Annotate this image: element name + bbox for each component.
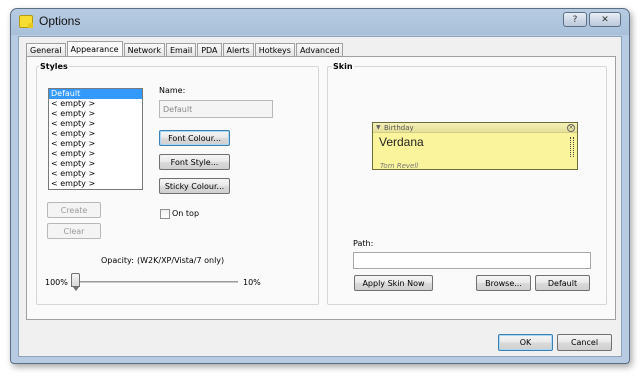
style-list-item[interactable]: < empty > [49, 99, 142, 109]
default-skin-button[interactable]: Default [535, 275, 590, 291]
style-list-item[interactable]: < empty > [49, 139, 142, 149]
skin-preview-note: ▼ Birthday × Verdana Tom Revell [372, 122, 578, 170]
collapse-arrow-icon: ▼ [376, 124, 381, 131]
on-top-label: On top [172, 209, 200, 218]
tab-email[interactable]: Email [165, 43, 197, 56]
cancel-button[interactable]: Cancel [557, 334, 612, 351]
dialog-client-area: General Appearance Network Email PDA Ale… [18, 36, 622, 357]
skin-preview-body: Verdana [379, 135, 424, 149]
opacity-max-label: 100% [45, 278, 68, 287]
title-bar[interactable]: Options ? ✕ [11, 9, 629, 35]
create-button[interactable]: Create [47, 202, 101, 218]
path-label: Path: [353, 239, 374, 248]
opacity-min-label: 10% [243, 278, 261, 287]
styles-group: Styles Default < empty > < empty > < emp… [36, 62, 319, 305]
opacity-slider-thumb[interactable] [71, 273, 80, 291]
note-scrollbar-icon [570, 137, 574, 157]
skin-preview-titlebar: ▼ Birthday × [373, 123, 577, 133]
style-list-item[interactable]: < empty > [49, 159, 142, 169]
style-list-item[interactable]: Default [49, 89, 142, 99]
skin-path-input[interactable] [353, 252, 591, 269]
tab-pda[interactable]: PDA [197, 43, 222, 56]
sticky-note-app-icon [19, 15, 33, 28]
tab-strip: General Appearance Network Email PDA Ale… [26, 41, 344, 56]
opacity-label: Opacity: [101, 256, 134, 265]
tab-alerts[interactable]: Alerts [222, 43, 254, 56]
opacity-slider-track[interactable] [72, 281, 238, 283]
opacity-note: (W2K/XP/Vista/7 only) [137, 256, 225, 265]
options-window: Options ? ✕ General Appearance Network E… [10, 8, 630, 364]
skin-preview-author: Tom Revell [380, 162, 419, 170]
styles-listbox[interactable]: Default < empty > < empty > < empty > < … [48, 88, 143, 190]
window-title: Options [39, 14, 81, 28]
font-colour-button[interactable]: Font Colour... [159, 130, 230, 146]
tab-network[interactable]: Network [123, 43, 165, 56]
tab-appearance[interactable]: Appearance [66, 41, 123, 56]
style-list-item[interactable]: < empty > [49, 119, 142, 129]
style-list-item[interactable]: < empty > [49, 129, 142, 139]
close-button[interactable]: ✕ [589, 12, 621, 27]
skin-group-label: Skin [332, 62, 354, 71]
tab-advanced[interactable]: Advanced [295, 43, 344, 56]
style-name-field: Default [159, 100, 273, 118]
tab-hotkeys[interactable]: Hotkeys [254, 43, 295, 56]
help-button[interactable]: ? [563, 12, 587, 27]
ok-button[interactable]: OK [498, 334, 553, 351]
skin-preview-title: Birthday [384, 124, 414, 132]
style-list-item[interactable]: < empty > [49, 169, 142, 179]
appearance-tab-panel: Styles Default < empty > < empty > < emp… [26, 56, 616, 320]
style-list-item[interactable]: < empty > [49, 179, 142, 189]
clear-button[interactable]: Clear [47, 223, 101, 239]
skin-group: Skin ▼ Birthday × Verdana Tom Revell Pat… [327, 62, 607, 305]
styles-group-label: Styles [39, 62, 69, 71]
style-list-item[interactable]: < empty > [49, 109, 142, 119]
note-close-icon: × [567, 124, 575, 132]
browse-button[interactable]: Browse... [476, 275, 531, 291]
font-style-button[interactable]: Font Style... [159, 154, 230, 170]
apply-skin-now-button[interactable]: Apply Skin Now [354, 275, 433, 291]
sticky-colour-button[interactable]: Sticky Colour... [159, 178, 230, 194]
on-top-checkbox[interactable] [160, 209, 170, 219]
name-label: Name: [159, 86, 186, 95]
style-list-item[interactable]: < empty > [49, 149, 142, 159]
tab-general[interactable]: General [26, 43, 66, 56]
